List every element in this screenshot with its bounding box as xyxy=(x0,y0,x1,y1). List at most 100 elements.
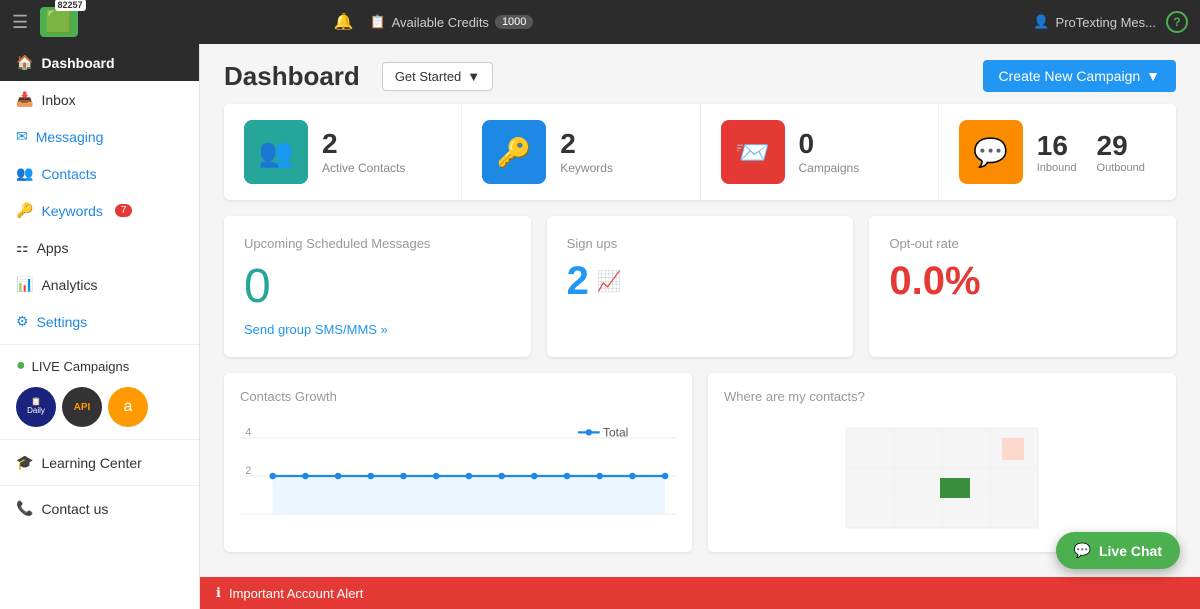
sidebar-divider-3 xyxy=(0,485,199,486)
topbar-center: 🔔 📋 Available Credits 1000 xyxy=(334,12,534,32)
create-campaign-button[interactable]: Create New Campaign ▼ xyxy=(983,60,1176,92)
sidebar-label-inbox: Inbox xyxy=(41,92,75,108)
stat-card-messages: 💬 16 Inbound 29 Outbound xyxy=(939,104,1176,200)
us-map-svg xyxy=(724,416,1160,536)
sidebar-label-contact-us: Contact us xyxy=(41,501,108,517)
create-campaign-label: Create New Campaign xyxy=(999,68,1141,84)
signups-panel: Sign ups 2 📈 xyxy=(547,216,854,357)
bell-icon[interactable]: 🔔 xyxy=(334,12,354,32)
inbound-stat: 16 Inbound xyxy=(1037,130,1077,174)
sidebar-item-contacts[interactable]: 👥 Contacts xyxy=(0,155,199,192)
sidebar-label-learning-center: Learning Center xyxy=(41,455,141,471)
sidebar-item-settings[interactable]: ⚙ Settings xyxy=(0,303,199,340)
signups-title: Sign ups xyxy=(567,236,834,251)
settings-icon: ⚙ xyxy=(16,313,29,330)
credits-label: Available Credits xyxy=(392,15,489,30)
caret-icon: ▼ xyxy=(1146,68,1160,84)
sidebar-item-keywords[interactable]: 🔑 Keywords 7 xyxy=(0,192,199,229)
sidebar-item-apps[interactable]: ⚏ Apps xyxy=(0,229,199,266)
live-campaigns-section: ● LIVE Campaigns xyxy=(0,349,199,383)
optout-title: Opt-out rate xyxy=(889,236,1156,251)
live-chat-icon: 💬 xyxy=(1074,542,1091,559)
sidebar-item-dashboard[interactable]: 🏠 Dashboard xyxy=(0,44,199,81)
contacts-stat-numbers: 2 Active Contacts xyxy=(322,129,405,176)
inbound-label: Inbound xyxy=(1037,162,1077,174)
campaign-daily-icon[interactable]: 📋Daily xyxy=(16,387,56,427)
dashboard-icon: 🏠 xyxy=(16,54,33,71)
stat-card-campaigns: 📨 0 Campaigns xyxy=(701,104,939,200)
campaigns-stat-numbers: 0 Campaigns xyxy=(799,129,860,176)
signups-display: 2 📈 xyxy=(567,259,834,304)
help-icon[interactable]: ? xyxy=(1166,11,1188,33)
account-icon: 👤 xyxy=(1033,14,1049,30)
contacts-icon: 👥 xyxy=(16,165,33,182)
campaign-amazon-icon[interactable]: a xyxy=(108,387,148,427)
keywords-stat-value: 2 xyxy=(560,129,613,160)
inbox-icon: 📥 xyxy=(16,91,33,108)
messages-stat-icon: 💬 xyxy=(959,120,1023,184)
credits-icon: 📋 xyxy=(369,14,385,30)
account-name: ProTexting Mes... xyxy=(1056,15,1156,30)
important-alert-bar[interactable]: ℹ Important Account Alert xyxy=(200,577,1200,609)
live-dot-icon: ● xyxy=(16,357,26,375)
optout-value: 0.0% xyxy=(889,259,1156,304)
stat-cards-row: 👥 2 Active Contacts 🔑 2 Keywords 📨 0 Cam… xyxy=(224,104,1176,200)
campaigns-stat-label: Campaigns xyxy=(799,161,860,175)
outbound-stat: 29 Outbound xyxy=(1097,130,1145,174)
topbar-right: 👤 ProTexting Mes... ? xyxy=(1033,11,1188,33)
scheduled-panel: Upcoming Scheduled Messages 0 Send group… xyxy=(224,216,531,357)
main-content: Dashboard Get Started ▼ Create New Campa… xyxy=(200,44,1200,609)
svg-text:2: 2 xyxy=(245,465,251,477)
sidebar-item-inbox[interactable]: 📥 Inbox xyxy=(0,81,199,118)
credits-display: 📋 Available Credits 1000 xyxy=(369,14,533,30)
contacts-stat-label: Active Contacts xyxy=(322,161,405,175)
sidebar-label-dashboard: Dashboard xyxy=(41,55,114,71)
stat-card-contacts: 👥 2 Active Contacts xyxy=(224,104,462,200)
sidebar-item-contact-us[interactable]: 📞 Contact us xyxy=(0,490,199,527)
send-group-sms-link[interactable]: Send group SMS/MMS » xyxy=(244,322,511,337)
account-menu[interactable]: 👤 ProTexting Mes... xyxy=(1033,14,1156,30)
keywords-stat-label: Keywords xyxy=(560,161,613,175)
optout-panel: Opt-out rate 0.0% xyxy=(869,216,1176,357)
messaging-icon: ✉ xyxy=(16,128,28,145)
signups-value: 2 xyxy=(567,259,589,304)
scheduled-title: Upcoming Scheduled Messages xyxy=(244,236,511,251)
charts-row: Contacts Growth 4 2 xyxy=(224,373,1176,552)
contacts-stat-icon: 👥 xyxy=(244,120,308,184)
contact-us-icon: 📞 xyxy=(16,500,33,517)
live-chat-button[interactable]: 💬 Live Chat xyxy=(1056,532,1180,569)
live-chat-label: Live Chat xyxy=(1099,543,1162,559)
page-header: Dashboard Get Started ▼ Create New Campa… xyxy=(200,44,1200,104)
get-started-label: Get Started xyxy=(395,69,461,84)
credits-value: 1000 xyxy=(495,15,533,29)
sidebar-divider-1 xyxy=(0,344,199,345)
sidebar-label-contacts: Contacts xyxy=(41,166,96,182)
svg-text:Total: Total xyxy=(603,426,628,440)
logo-badge: 82257 xyxy=(55,0,86,11)
get-started-button[interactable]: Get Started ▼ xyxy=(382,62,493,91)
campaign-icons-row: 📋Daily API a xyxy=(0,383,199,435)
arrow-icon: ▼ xyxy=(467,69,480,84)
scheduled-value: 0 xyxy=(244,259,511,314)
page-title: Dashboard xyxy=(224,61,360,92)
sidebar-item-analytics[interactable]: 📊 Analytics xyxy=(0,266,199,303)
hamburger-icon[interactable]: ☰ xyxy=(12,12,28,33)
apps-icon: ⚏ xyxy=(16,239,29,256)
keywords-icon: 🔑 xyxy=(16,202,33,219)
sidebar-item-learning-center[interactable]: 🎓 Learning Center xyxy=(0,444,199,481)
header-left: Dashboard Get Started ▼ xyxy=(224,61,493,92)
info-panels-row: Upcoming Scheduled Messages 0 Send group… xyxy=(224,216,1176,357)
sidebar-item-messaging[interactable]: ✉ Messaging xyxy=(0,118,199,155)
campaigns-stat-value: 0 xyxy=(799,129,860,160)
messages-stat-dual: 16 Inbound 29 Outbound xyxy=(1037,130,1145,174)
inbound-value: 16 xyxy=(1037,130,1077,162)
outbound-value: 29 xyxy=(1097,130,1145,162)
logo: 82257 🟩 xyxy=(40,7,77,37)
learning-center-icon: 🎓 xyxy=(16,454,33,471)
sidebar-divider-2 xyxy=(0,439,199,440)
contacts-growth-title: Contacts Growth xyxy=(240,389,676,404)
contacts-stat-value: 2 xyxy=(322,129,405,160)
sidebar-label-keywords: Keywords xyxy=(41,203,102,219)
trend-up-icon: 📈 xyxy=(597,269,622,294)
campaign-api-icon[interactable]: API xyxy=(62,387,102,427)
